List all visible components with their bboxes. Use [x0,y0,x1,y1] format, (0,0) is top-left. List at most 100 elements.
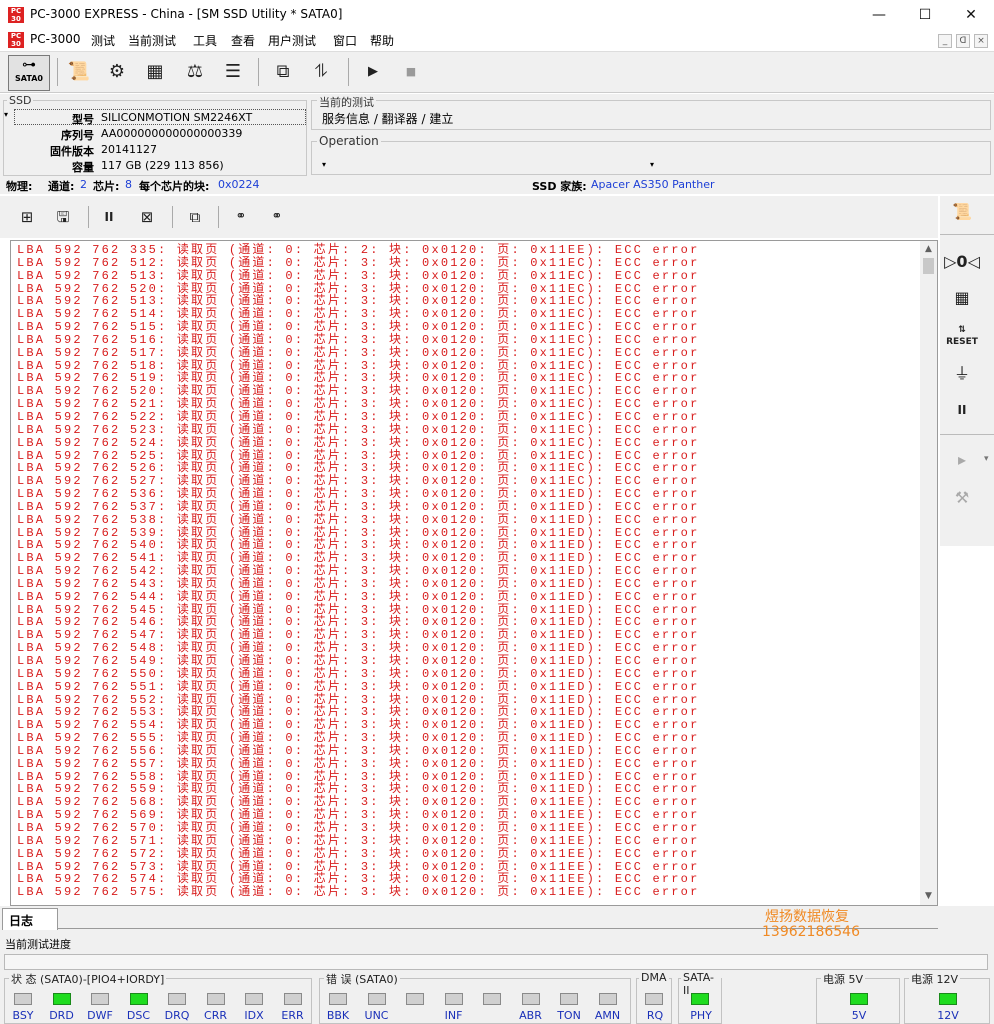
menu-user-test[interactable]: 用户测试 [268,32,316,49]
scroll-doc-icon[interactable]: 📜 [944,198,980,226]
menu-pc3000[interactable]: PC-3000 [30,32,80,46]
mdi-app-icon[interactable]: PC 30 [8,32,24,48]
toolbar-separator [348,58,349,86]
bottom-area: 日志 煜扬数据恢复 13962186546 当前测试进度 状 态 (SATA0)… [0,906,994,1024]
serial-value: AA000000000000000339 [101,127,243,140]
led-error-blank-2 [406,993,424,1005]
scroll-thumb[interactable] [923,258,934,274]
list-icon[interactable]: ☰ [218,57,248,87]
minimize-button[interactable]: — [856,0,902,30]
led-label-phy: PHY [690,1009,712,1022]
log-line: LBA 592 762 549: 读取页 (通道: 0: 芯片: 3: 块: 0… [17,654,700,668]
window-title: PC-3000 EXPRESS - China - [SM SSD Utilit… [30,7,343,21]
play-icon[interactable]: ▶ [358,57,388,87]
scale-icon[interactable]: ⚖ [180,57,210,87]
led-drd [52,993,71,1005]
operation-dropdown-icon-2[interactable]: ▾ [650,160,654,169]
find-binoculars-icon[interactable]: ⚭ [228,204,254,230]
log-line: LBA 592 762 542: 读取页 (通道: 0: 芯片: 3: 块: 0… [17,564,700,579]
mdi-minimize-button[interactable]: _ [938,34,952,48]
log-vertical-scrollbar[interactable]: ▲ ▼ [920,241,937,905]
find-next-binoculars-icon[interactable]: ⚭ [264,204,290,230]
power-5v-group: 电源 5V 5V [816,971,900,1024]
led-idx [245,993,263,1005]
play-chip-icon[interactable]: ▸ [944,446,980,474]
sata-group: SATA-II PHY [678,971,722,1024]
pause-right-icon[interactable]: II [944,396,980,424]
copy-icon[interactable]: ⧉ [182,204,208,230]
led-label: DWF [87,1009,113,1022]
buffer-transfer-icon[interactable]: ⥮ [306,57,336,87]
family-label: SSD 家族: [532,180,587,193]
power-switch-icon[interactable]: ⏚ [944,360,980,388]
led-ton [560,993,578,1005]
operation-group [311,141,991,175]
add-chip-icon[interactable]: ⊞ [14,204,40,230]
tab-log[interactable]: 日志 [2,908,58,930]
mdi-restore-button[interactable]: ᗡ [956,34,970,48]
log-line: LBA 592 762 555: 读取页 (通道: 0: 芯片: 3: 块: 0… [17,731,700,746]
watermark-company: 煜扬数据恢复 [765,909,849,925]
toolbar-separator [940,434,994,435]
menu-help[interactable]: 帮助 [370,32,394,49]
current-test-title: 当前的测试 [317,94,376,110]
scroll-down-icon[interactable]: ▼ [920,888,937,905]
state-group: 状 态 (SATA0)-[PIO4+IORDY] BSY DRD DWF DSC DRQ… [4,971,312,1024]
led-crr [206,993,225,1005]
power-5v-title: 电源 5V [821,971,866,987]
toolbar-separator [258,58,259,86]
led-label-rq: RQ [646,1009,664,1022]
pause-icon[interactable]: II [96,204,122,230]
sata-port-label: SATA0 [15,74,43,83]
led-label: DRQ [164,1009,190,1022]
app-icon[interactable]: PC 30 [8,7,24,23]
gear-chip-icon[interactable]: ⚙ [102,57,132,87]
menu-window[interactable]: 窗口 [333,32,357,49]
stop-icon[interactable]: ■ [396,57,426,87]
blocks-value: 0x0224 [218,178,260,191]
led-label: ERR [281,1009,304,1022]
led-label: BSY [12,1009,34,1022]
led-amn [598,993,617,1005]
scroll-document-icon[interactable]: 📜 [64,57,94,87]
led-bsy [14,993,32,1005]
channels-label: 通道: [48,180,75,193]
mdi-close-button[interactable]: × [974,34,988,48]
log-line: LBA 592 762 543: 读取页 (通道: 0: 芯片: 3: 块: 0… [17,576,700,591]
led-rq [645,993,663,1005]
dropdown-arrow-icon[interactable]: ▾ [984,454,989,464]
led-dsc [129,993,148,1005]
id-bin-icon[interactable]: ▷0◁ [944,248,980,276]
menu-view[interactable]: 查看 [231,32,255,49]
menu-current-test[interactable]: 当前测试 [128,32,176,49]
menu-test[interactable]: 测试 [91,32,115,49]
main-toolbar: ⊶ SATA0 📜 ⚙ ▦ ⚖ ☰ ⧉ ⥮ ▶ ■ [0,51,994,93]
tools-icon[interactable]: ⚒ [944,484,980,512]
save-image-icon[interactable]: 🖫 [50,204,76,230]
maximize-button[interactable]: ☐ [902,0,948,30]
menu-bar: PC 30 PC-3000 测试 当前测试 工具 查看 用户测试 窗口 帮助 _ … [0,30,994,50]
close-button[interactable]: ✕ [948,0,994,30]
firmware-value: 20141127 [101,143,157,156]
chip-icon[interactable]: ▦ [944,284,980,312]
menu-tools[interactable]: 工具 [193,32,217,49]
log-line: LBA 592 762 575: 读取页 (通道: 0: 芯片: 3: 块: 0… [17,885,700,900]
operation-title: Operation [317,134,381,148]
model-label: 型号 [72,113,94,126]
led-unc [367,993,386,1005]
led-label: CRR [204,1009,227,1022]
scroll-up-icon[interactable]: ▲ [920,241,937,258]
chip-config-icon[interactable]: ▦ [140,57,170,87]
led-label: ABR [519,1009,542,1022]
reset-icon[interactable]: ⇅ RESET [944,324,980,352]
led-label: DSC [126,1009,151,1022]
delete-image-icon[interactable]: ⊠ [134,204,160,230]
sata-port-button[interactable]: ⊶ SATA0 [8,55,50,91]
log-line: LBA 592 762 513: 读取页 (通道: 0: 芯片: 3: 块: 0… [17,268,700,283]
firmware-label: 固件版本 [50,145,94,158]
blocks-label: 每个芯片的块: [139,180,210,193]
log-line: LBA 592 762 570: 读取页 (通道: 0: 芯片: 3: 块: 0… [17,820,700,835]
operation-dropdown-icon[interactable]: ▾ [322,160,326,169]
log-panel[interactable]: LBA 592 762 335: 读取页 (通道: 0: 芯片: 2: 块: 0… [10,240,938,906]
copy-pages-icon[interactable]: ⧉ [268,57,298,87]
